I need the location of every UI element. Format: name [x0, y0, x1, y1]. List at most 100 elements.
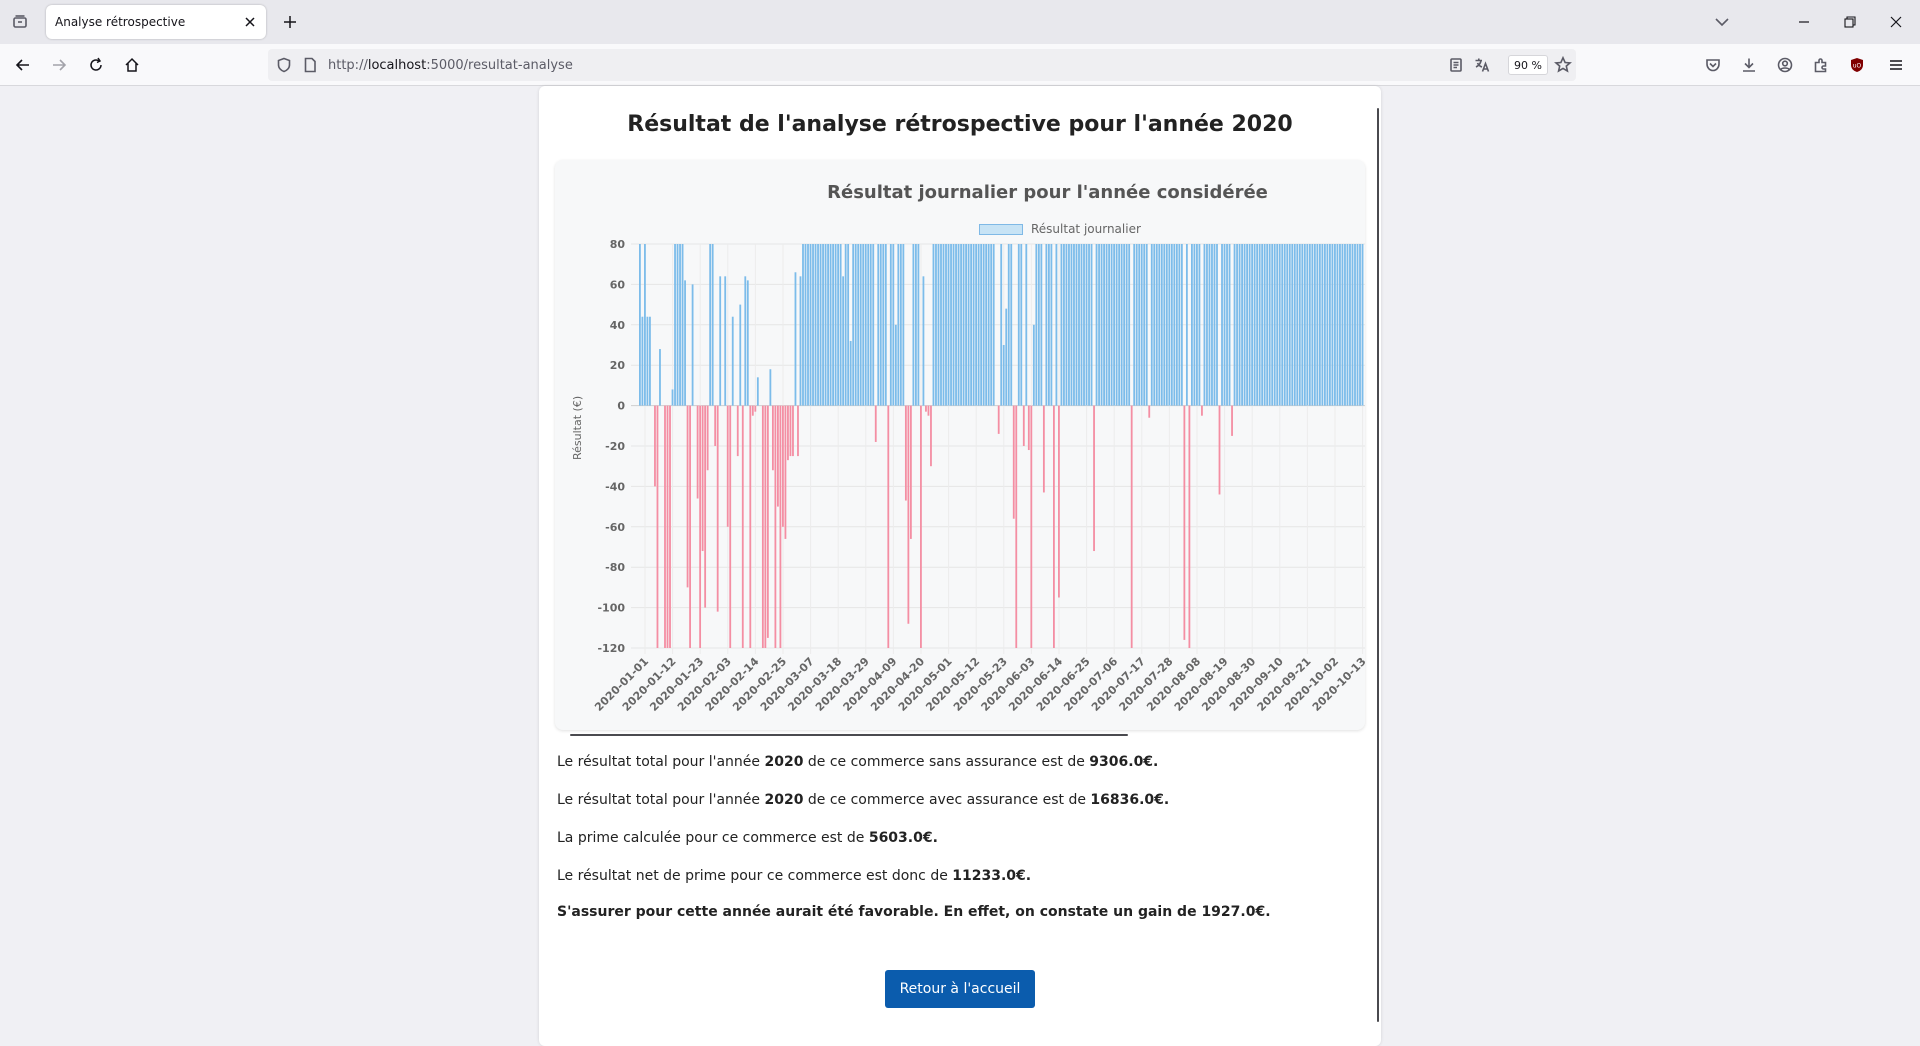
- active-tab[interactable]: Analyse rétrospective: [46, 5, 266, 39]
- bar-negative: [1188, 405, 1191, 648]
- bar-positive: [1075, 244, 1078, 406]
- bar-negative: [1015, 405, 1018, 648]
- bar-negative: [689, 405, 691, 648]
- bar-negative: [669, 405, 671, 648]
- forward-icon[interactable]: [47, 53, 71, 77]
- y-tick-label: 20: [610, 359, 626, 372]
- bar-positive: [1170, 244, 1173, 406]
- page-scrollbar[interactable]: [1377, 108, 1379, 1022]
- ublock-icon[interactable]: uO: [1845, 53, 1869, 77]
- bar-positive: [922, 276, 925, 406]
- bar-positive: [1283, 244, 1286, 406]
- bar-positive: [1138, 244, 1141, 406]
- bar-negative: [764, 405, 767, 648]
- bar-positive: [882, 244, 885, 406]
- bar-positive: [681, 244, 684, 406]
- home-icon[interactable]: [120, 53, 144, 77]
- bar-positive: [1321, 244, 1324, 406]
- reload-icon[interactable]: [84, 53, 108, 77]
- bar-positive: [917, 244, 920, 406]
- url-bar[interactable]: http://localhost:5000/resultat-analyse 9…: [268, 49, 1576, 81]
- bar-positive: [824, 244, 827, 406]
- restore-icon[interactable]: [1832, 8, 1868, 36]
- chart-horizontal-scrollbar[interactable]: [570, 734, 1128, 736]
- reader-view-icon[interactable]: [1448, 57, 1464, 77]
- bar-positive: [877, 244, 880, 406]
- minimize-icon[interactable]: [1786, 8, 1822, 36]
- account-icon[interactable]: [1773, 53, 1797, 77]
- bar-negative: [907, 405, 910, 624]
- new-tab-icon[interactable]: [280, 12, 300, 32]
- bar-positive: [1293, 244, 1296, 406]
- pocket-icon[interactable]: [1701, 53, 1725, 77]
- zoom-level[interactable]: 90 %: [1508, 55, 1548, 75]
- bar-positive: [955, 244, 957, 406]
- shield-icon[interactable]: [276, 57, 292, 77]
- y-tick-label: -40: [605, 480, 625, 493]
- bar-negative: [1231, 405, 1233, 436]
- bar-positive: [1083, 244, 1085, 406]
- list-all-tabs-icon[interactable]: [1704, 8, 1740, 36]
- bar-negative: [930, 405, 932, 467]
- bar-positive: [1216, 244, 1218, 406]
- bar-positive: [1098, 244, 1100, 406]
- net-result: Le résultat net de prime pour ce commerc…: [557, 868, 1032, 884]
- bar-positive: [1361, 244, 1364, 406]
- bar-positive: [1123, 244, 1126, 406]
- bar-positive: [970, 244, 973, 406]
- bar-positive: [1135, 244, 1138, 406]
- chart-legend[interactable]: Résultat journalier: [979, 222, 1141, 236]
- bar-positive: [1213, 244, 1216, 406]
- downloads-icon[interactable]: [1737, 53, 1761, 77]
- bar-positive: [1128, 244, 1131, 406]
- navigation-bar: http://localhost:5000/resultat-analyse 9…: [0, 44, 1920, 86]
- bar-positive: [1323, 244, 1326, 406]
- page-icon[interactable]: [302, 57, 318, 77]
- bar-negative: [1027, 405, 1030, 451]
- bar-positive: [1103, 244, 1105, 406]
- bookmark-star-icon[interactable]: [1554, 55, 1572, 78]
- tab-list-icon[interactable]: [8, 10, 32, 34]
- bar-positive: [1180, 244, 1183, 406]
- bar-negative: [927, 405, 930, 416]
- bar-negative: [1093, 405, 1095, 552]
- bar-positive: [950, 244, 952, 406]
- translate-icon[interactable]: [1474, 57, 1490, 77]
- bar-positive: [837, 244, 840, 406]
- bar-positive: [684, 280, 686, 406]
- chart-container: 80 60 40 20 0 -20 -40 -60 -80 -100 -120 2020-01-01 2…: [555, 160, 1365, 736]
- y-axis-label: Résultat (€): [571, 395, 584, 460]
- bar-positive: [1158, 244, 1161, 406]
- bar-positive: [1243, 244, 1246, 406]
- bar-positive: [1306, 244, 1309, 406]
- bar-positive: [1115, 244, 1118, 406]
- back-icon[interactable]: [11, 53, 35, 77]
- bar-positive: [1203, 244, 1206, 406]
- close-window-icon[interactable]: [1878, 8, 1914, 36]
- bar-positive: [1278, 244, 1281, 406]
- bar-positive: [1268, 244, 1271, 406]
- extensions-icon[interactable]: [1809, 53, 1833, 77]
- close-tab-icon[interactable]: [242, 14, 258, 30]
- back-to-home-button[interactable]: Retour à l'accueil: [885, 970, 1035, 1008]
- bar-positive: [1211, 244, 1213, 406]
- bar-positive: [1298, 244, 1301, 406]
- bar-positive: [819, 244, 822, 406]
- bar-positive: [985, 244, 988, 406]
- bar-positive: [1020, 244, 1023, 406]
- bar-positive: [822, 244, 824, 406]
- bar-positive: [1339, 244, 1341, 406]
- bar-positive: [1150, 244, 1153, 406]
- bar-positive: [1356, 244, 1359, 406]
- bar-positive: [1153, 244, 1156, 406]
- bar-negative: [701, 405, 704, 552]
- bar-positive: [1100, 244, 1103, 406]
- bar-positive: [1045, 244, 1048, 406]
- bar-positive: [1351, 244, 1354, 406]
- bar-positive: [962, 244, 965, 406]
- bar-positive: [1105, 244, 1108, 406]
- bar-positive: [862, 244, 865, 406]
- menu-icon[interactable]: [1884, 53, 1908, 77]
- bar-positive: [746, 280, 749, 406]
- bar-positive: [646, 316, 649, 406]
